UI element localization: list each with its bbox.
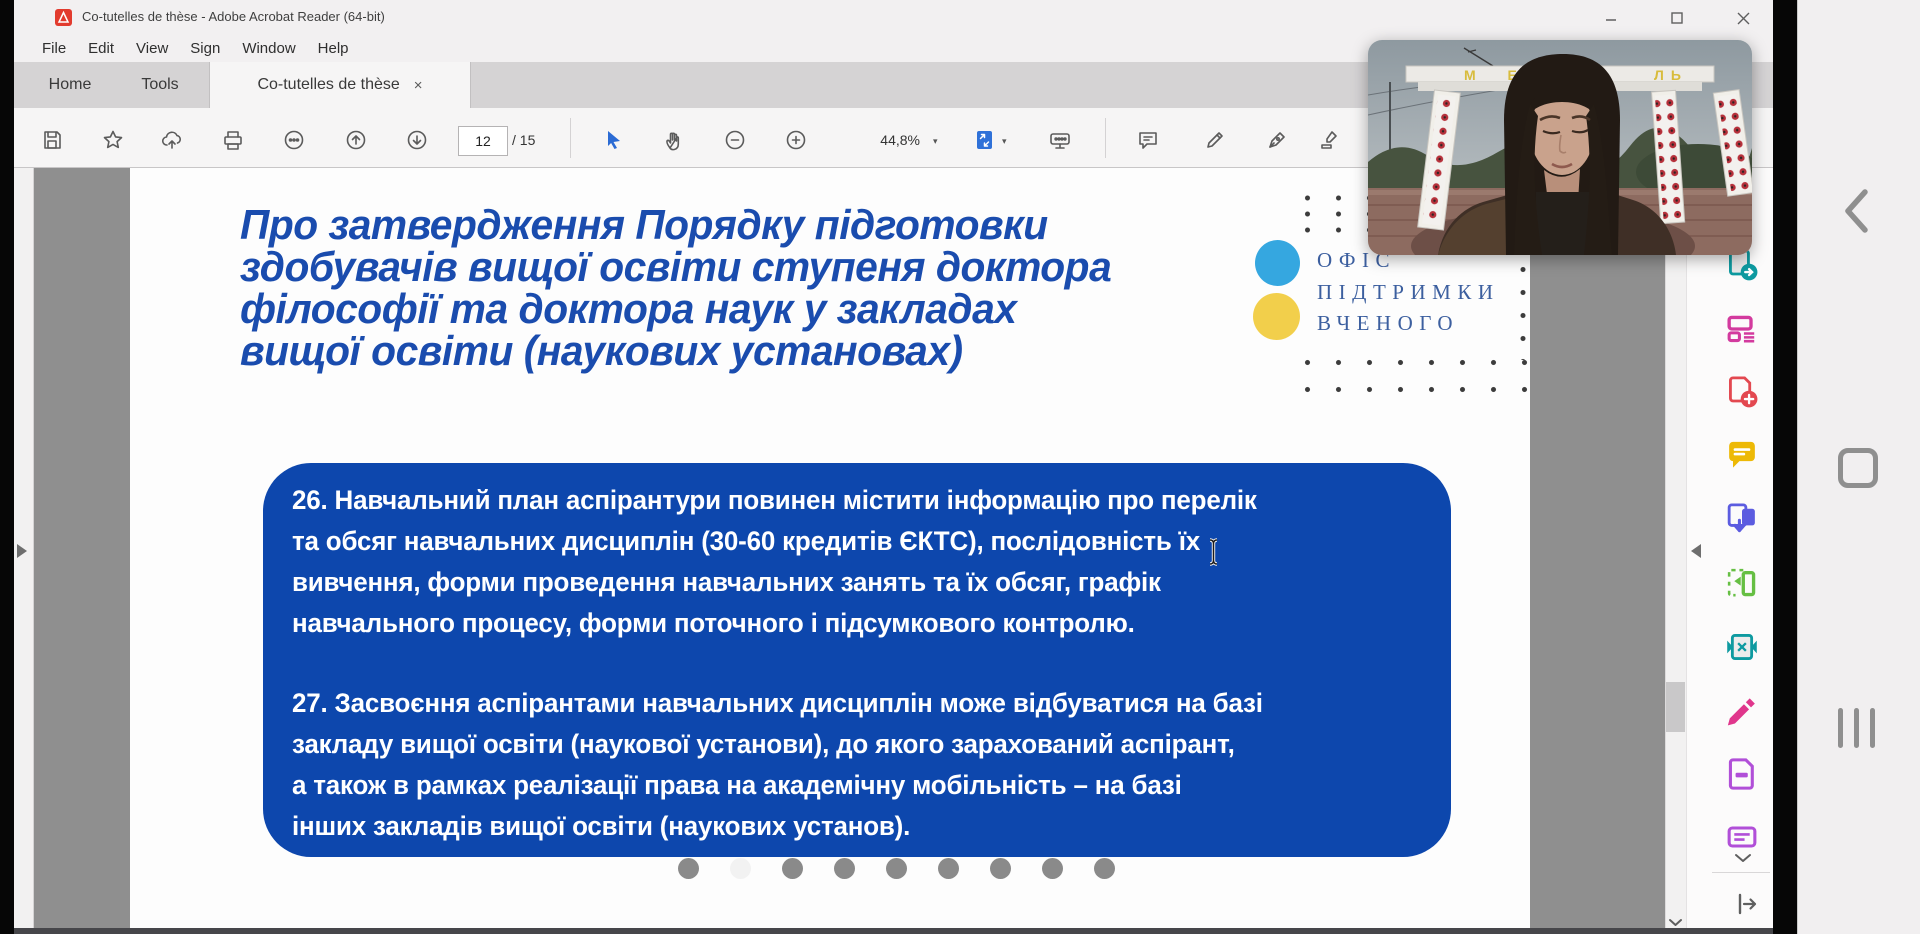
stamp-icon[interactable] — [1317, 127, 1343, 153]
slide-dot — [938, 858, 959, 879]
paragraph-27-line: а також в рамках реалізації права на ака… — [292, 765, 1182, 806]
ibeam-cursor — [1206, 538, 1221, 571]
slide-dot — [1094, 858, 1115, 879]
webcam-video-frame: М Е ЛЬ — [1368, 40, 1752, 255]
logo-yellow-circle — [1253, 293, 1300, 340]
menu-help[interactable]: Help — [318, 40, 349, 57]
webcam-video-overlay[interactable]: М Е ЛЬ — [1368, 40, 1752, 255]
zoom-level-value[interactable]: 44,8% — [846, 132, 920, 148]
paragraph-26-line: та обсяг навчальних дисциплін (30-60 кре… — [292, 521, 1200, 562]
redact-icon[interactable] — [1724, 756, 1760, 792]
scroll-down-icon[interactable] — [1669, 914, 1682, 932]
organize-pages-icon[interactable] — [1724, 565, 1760, 601]
logo-dot-pattern — [1516, 258, 1530, 360]
slide-dot — [1042, 858, 1063, 879]
slide-page-dots — [678, 857, 1115, 879]
home-button-icon[interactable] — [1838, 448, 1878, 488]
paragraph-27-line: закладу вищої освіти (наукової установи)… — [292, 724, 1235, 765]
expand-left-pane-icon[interactable] — [17, 544, 27, 563]
tab-tools[interactable]: Tools — [128, 62, 192, 108]
presentation-screen-icon[interactable] — [1047, 127, 1073, 153]
slide-title-line: філософії та доктора наук у закладах — [240, 288, 1016, 330]
vertical-scrollbar[interactable] — [1665, 168, 1686, 928]
save-icon[interactable] — [39, 127, 65, 153]
menu-sign[interactable]: Sign — [190, 40, 220, 57]
create-pdf-icon[interactable] — [1724, 374, 1760, 410]
slide-dot — [886, 858, 907, 879]
arch-text-right: ЛЬ — [1654, 67, 1688, 83]
slide-dot — [730, 858, 751, 879]
logo-dot-pattern — [1292, 349, 1532, 393]
tab-close-icon[interactable]: × — [414, 77, 423, 94]
combine-files-icon[interactable] — [1724, 501, 1760, 537]
menu-window[interactable]: Window — [242, 40, 295, 57]
recents-bars-icon[interactable] — [1838, 708, 1875, 748]
back-chevron-icon[interactable] — [1843, 188, 1869, 239]
print-icon[interactable] — [220, 127, 246, 153]
star-icon[interactable] — [100, 127, 126, 153]
tab-home[interactable]: Home — [38, 62, 102, 108]
close-icon[interactable] — [1723, 8, 1763, 28]
slide-title-line: здобувачів вищої освіти ступеня доктора — [240, 246, 1111, 288]
vertical-scrollbar-thumb[interactable] — [1666, 682, 1685, 732]
panel-divider — [1712, 872, 1770, 873]
fill-sign-icon[interactable] — [1724, 692, 1760, 728]
collapse-tools-panel-icon[interactable] — [1691, 544, 1701, 563]
find-icon[interactable] — [281, 127, 307, 153]
window-bottom-edge — [14, 928, 1773, 934]
share-file-icon[interactable] — [159, 127, 185, 153]
toolbar-separator — [1105, 118, 1106, 158]
page-fit-icon[interactable] — [972, 127, 998, 153]
logo-text-line: ПІДТРИМКИ — [1317, 280, 1500, 305]
zoom-in-icon[interactable] — [783, 127, 809, 153]
adobe-pdf-icon — [55, 9, 72, 31]
paragraph-27-line: 27. Засвоєння аспірантами навчальних дис… — [292, 683, 1263, 724]
slide-dot — [678, 858, 699, 879]
logo-text-line: ВЧЕНОГО — [1317, 311, 1459, 336]
slide-title-line: Про затвердження Порядку підготовки — [240, 204, 1048, 246]
compress-pdf-icon[interactable] — [1724, 629, 1760, 665]
fill-sign-icon[interactable] — [1264, 127, 1290, 153]
paragraph-26-line: 26. Навчальний план аспірантури повинен … — [292, 480, 1257, 521]
paragraph-26-line: навчального процесу, форми поточного і п… — [292, 603, 1135, 644]
menu-file[interactable]: File — [42, 40, 66, 57]
maximize-icon[interactable] — [1657, 8, 1697, 28]
slide-dot — [990, 858, 1011, 879]
page-total-label: / 15 — [512, 132, 535, 148]
paragraph-26-line: вивчення, форми проведення навчальних за… — [292, 562, 1161, 603]
menu-bar-items: File Edit View Sign Window Help — [42, 35, 349, 62]
select-tool-icon[interactable] — [600, 127, 626, 153]
comment-icon[interactable] — [1135, 127, 1161, 153]
page-number-input[interactable] — [458, 126, 508, 156]
more-tools-icon[interactable] — [1724, 819, 1760, 855]
page-fit-caret-icon[interactable]: ▾ — [1002, 136, 1007, 147]
slide-dot — [782, 858, 803, 879]
next-page-icon[interactable] — [404, 127, 430, 153]
window-title: Co-tutelles de thèse - Adobe Acrobat Rea… — [82, 9, 385, 24]
slide-title-line: вищої освіти (наукових установах) — [240, 330, 963, 372]
tab-document-label: Co-tutelles de thèse — [257, 76, 399, 94]
tab-document[interactable]: Co-tutelles de thèse × — [209, 62, 471, 108]
minimize-icon[interactable] — [1591, 8, 1631, 28]
menu-view[interactable]: View — [136, 40, 168, 57]
logo-blue-circle — [1255, 240, 1300, 286]
zoom-dropdown-caret-icon[interactable]: ▾ — [933, 136, 938, 147]
hand-tool-icon[interactable] — [661, 127, 687, 153]
open-panel-icon[interactable] — [1736, 893, 1758, 920]
slide-dot — [834, 858, 855, 879]
paragraph-27-line: інших закладів вищої освіти (наукових ус… — [292, 806, 910, 847]
edit-pdf-icon[interactable] — [1724, 311, 1760, 347]
previous-page-icon[interactable] — [343, 127, 369, 153]
toolbar-separator — [570, 118, 571, 158]
menu-edit[interactable]: Edit — [88, 40, 114, 57]
comment-icon[interactable] — [1724, 438, 1760, 474]
zoom-out-icon[interactable] — [722, 127, 748, 153]
highlight-icon[interactable] — [1202, 127, 1228, 153]
